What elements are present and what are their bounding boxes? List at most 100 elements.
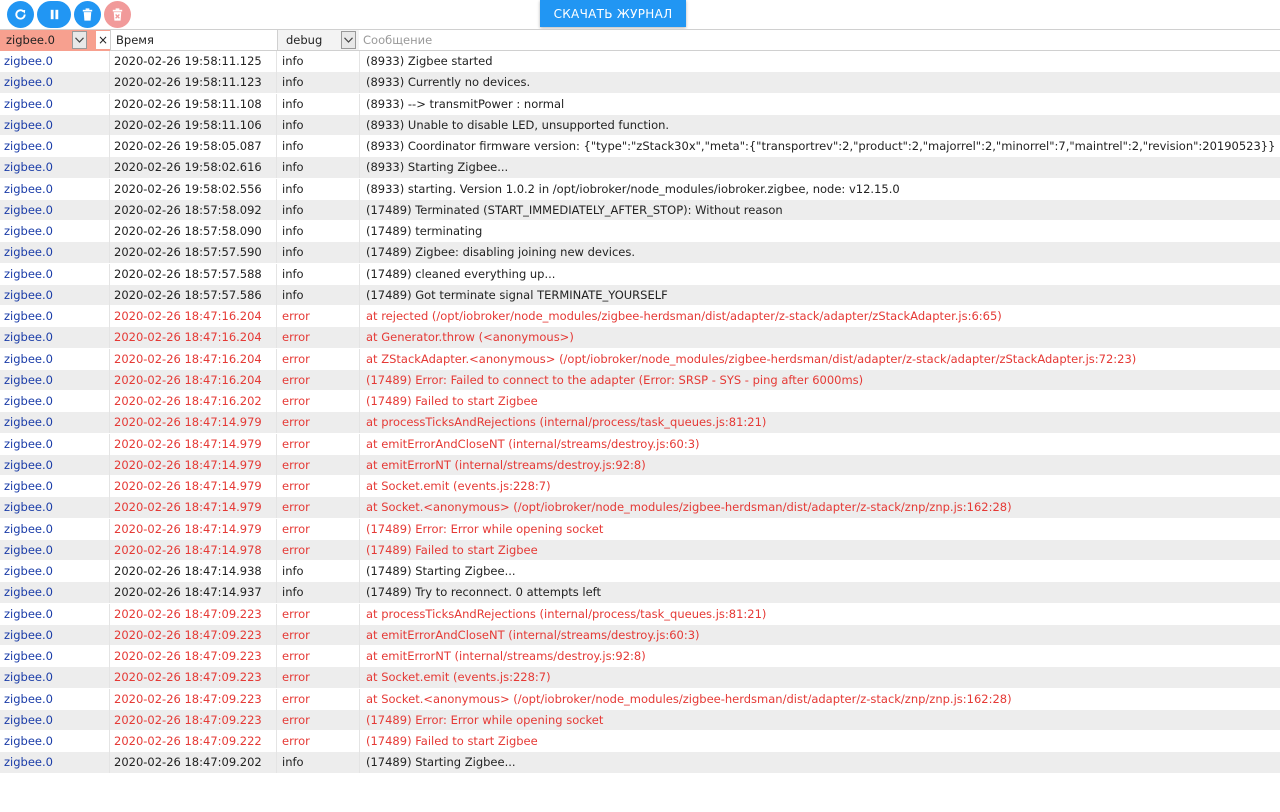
trash-icon — [82, 8, 93, 21]
log-message: at processTicksAndRejections (internal/p… — [366, 606, 767, 621]
log-level: info — [277, 136, 360, 157]
download-log-button[interactable]: СКАЧАТЬ ЖУРНАЛ — [540, 0, 686, 27]
log-source: zigbee.0 — [0, 199, 110, 221]
log-level: info — [277, 582, 360, 604]
log-row: zigbee.0 2020-02-26 19:58:11.123 info (8933… — [0, 72, 1280, 94]
log-time: 2020-02-26 19:58:11.125 — [110, 51, 277, 72]
log-time: 2020-02-26 19:58:02.556 — [110, 178, 277, 200]
log-row: zigbee.0 2020-02-26 18:47:16.204 error at Z… — [0, 348, 1280, 370]
log-row: zigbee.0 2020-02-26 18:47:14.979 error at S… — [0, 497, 1280, 519]
log-message: (17489) Zigbee: disabling joining new de… — [366, 245, 636, 260]
log-level: error — [277, 667, 360, 689]
delete-all-button[interactable] — [104, 1, 131, 28]
log-row: zigbee.0 2020-02-26 18:47:14.937 info (1748… — [0, 582, 1280, 604]
log-message: (17489) Error: Failed to connect to the … — [366, 372, 864, 387]
log-message: (17489) Failed to start Zigbee — [366, 394, 538, 408]
log-source: zigbee.0 — [0, 306, 110, 327]
refresh-button[interactable] — [7, 1, 34, 28]
log-level: error — [277, 624, 360, 646]
log-table: zigbee.0 2020-02-26 19:58:11.125 info (8933… — [0, 51, 1280, 774]
log-message: at Socket.<anonymous> (/opt/iobroker/nod… — [366, 691, 1012, 706]
log-message: (17489) Got terminate signal TERMINATE_Y… — [366, 287, 668, 302]
log-level: error — [277, 688, 360, 710]
log-row: zigbee.0 2020-02-26 18:47:16.204 error at r… — [0, 306, 1280, 328]
log-row: zigbee.0 2020-02-26 18:57:57.588 info (1748… — [0, 263, 1280, 285]
log-source: zigbee.0 — [0, 136, 110, 157]
log-time: 2020-02-26 18:47:09.223 — [110, 624, 277, 646]
trash-cancel-icon — [112, 8, 123, 21]
log-time: 2020-02-26 19:58:11.106 — [110, 114, 277, 136]
log-level: info — [277, 178, 360, 200]
log-level: error — [277, 539, 360, 561]
log-level: info — [277, 157, 360, 179]
log-time: 2020-02-26 18:47:16.204 — [110, 369, 277, 391]
log-level: info — [277, 72, 360, 94]
log-level: error — [277, 709, 360, 731]
log-message: (8933) Starting Zigbee... — [366, 160, 509, 175]
source-filter-select[interactable]: zigbee.0 × — [0, 30, 110, 51]
log-message: (17489) Try to reconnect. 0 attempts lef… — [366, 585, 602, 600]
log-message: (17489) Error: Error while opening socke… — [366, 712, 604, 727]
pause-button[interactable] — [37, 1, 71, 28]
log-level: error — [277, 433, 360, 455]
log-row: zigbee.0 2020-02-26 18:47:09.223 error (174… — [0, 709, 1280, 731]
log-source: zigbee.0 — [0, 582, 110, 604]
log-time: 2020-02-26 18:47:14.937 — [110, 582, 277, 604]
log-level: info — [277, 221, 360, 242]
level-filter-value: debug — [286, 33, 323, 47]
log-source: zigbee.0 — [0, 284, 110, 306]
log-level: info — [277, 263, 360, 285]
log-row: zigbee.0 2020-02-26 19:58:11.125 info (8933… — [0, 51, 1280, 73]
log-time: 2020-02-26 18:47:09.223 — [110, 603, 277, 625]
message-filter-input[interactable] — [359, 30, 1280, 50]
log-time: 2020-02-26 18:47:14.979 — [110, 518, 277, 540]
level-filter-select[interactable]: debug — [277, 30, 360, 50]
log-time: 2020-02-26 18:57:58.092 — [110, 199, 277, 221]
log-time: 2020-02-26 19:58:05.087 — [110, 136, 277, 157]
log-row: zigbee.0 2020-02-26 18:47:14.978 error (174… — [0, 539, 1280, 561]
log-row: zigbee.0 2020-02-26 18:57:57.586 info (1748… — [0, 284, 1280, 306]
log-source: zigbee.0 — [0, 688, 110, 710]
log-message: at rejected (/opt/iobroker/node_modules/… — [366, 309, 1002, 323]
level-dropdown-toggle[interactable] — [341, 31, 356, 49]
pause-icon — [50, 9, 58, 20]
log-message: at emitErrorNT (internal/streams/destroy… — [366, 457, 646, 472]
time-column-header: Время — [110, 30, 277, 50]
log-time: 2020-02-26 18:47:14.979 — [110, 497, 277, 519]
log-source: zigbee.0 — [0, 157, 110, 179]
log-message: (17489) Failed to start Zigbee — [366, 542, 538, 557]
clear-source-filter-button[interactable]: × — [96, 31, 110, 49]
delete-log-button[interactable] — [74, 1, 101, 28]
log-time: 2020-02-26 18:57:57.590 — [110, 242, 277, 264]
log-row: zigbee.0 2020-02-26 18:47:09.223 error at e… — [0, 646, 1280, 668]
log-time: 2020-02-26 18:47:16.204 — [110, 327, 277, 349]
log-level: info — [277, 114, 360, 136]
log-source: zigbee.0 — [0, 327, 110, 349]
log-time: 2020-02-26 18:47:14.978 — [110, 539, 277, 561]
log-time: 2020-02-26 19:58:11.108 — [110, 93, 277, 115]
chevron-down-icon — [344, 37, 353, 43]
log-level: error — [277, 603, 360, 625]
source-dropdown-toggle[interactable] — [72, 31, 87, 49]
log-source: zigbee.0 — [0, 412, 110, 434]
log-time: 2020-02-26 18:47:14.938 — [110, 561, 277, 582]
log-message: (8933) Zigbee started — [366, 54, 493, 68]
log-message: (17489) terminating — [366, 224, 483, 238]
log-row: zigbee.0 2020-02-26 18:47:16.204 error (174… — [0, 369, 1280, 391]
log-source: zigbee.0 — [0, 497, 110, 519]
chevron-down-icon — [75, 37, 84, 43]
log-level: error — [277, 646, 360, 667]
log-source: zigbee.0 — [0, 646, 110, 667]
log-source: zigbee.0 — [0, 624, 110, 646]
toolbar: СКАЧАТЬ ЖУРНАЛ — [0, 0, 1280, 29]
log-row: zigbee.0 2020-02-26 19:58:11.108 info (8933… — [0, 93, 1280, 115]
log-level: error — [277, 476, 360, 497]
log-message: at Generator.throw (<anonymous>) — [366, 330, 574, 345]
log-level: error — [277, 391, 360, 412]
log-time: 2020-02-26 18:47:16.204 — [110, 306, 277, 327]
log-source: zigbee.0 — [0, 369, 110, 391]
log-message: (8933) Currently no devices. — [366, 75, 531, 90]
filter-bar: zigbee.0 × Время debug — [0, 29, 1280, 51]
log-time: 2020-02-26 18:47:09.223 — [110, 667, 277, 689]
log-source: zigbee.0 — [0, 93, 110, 115]
